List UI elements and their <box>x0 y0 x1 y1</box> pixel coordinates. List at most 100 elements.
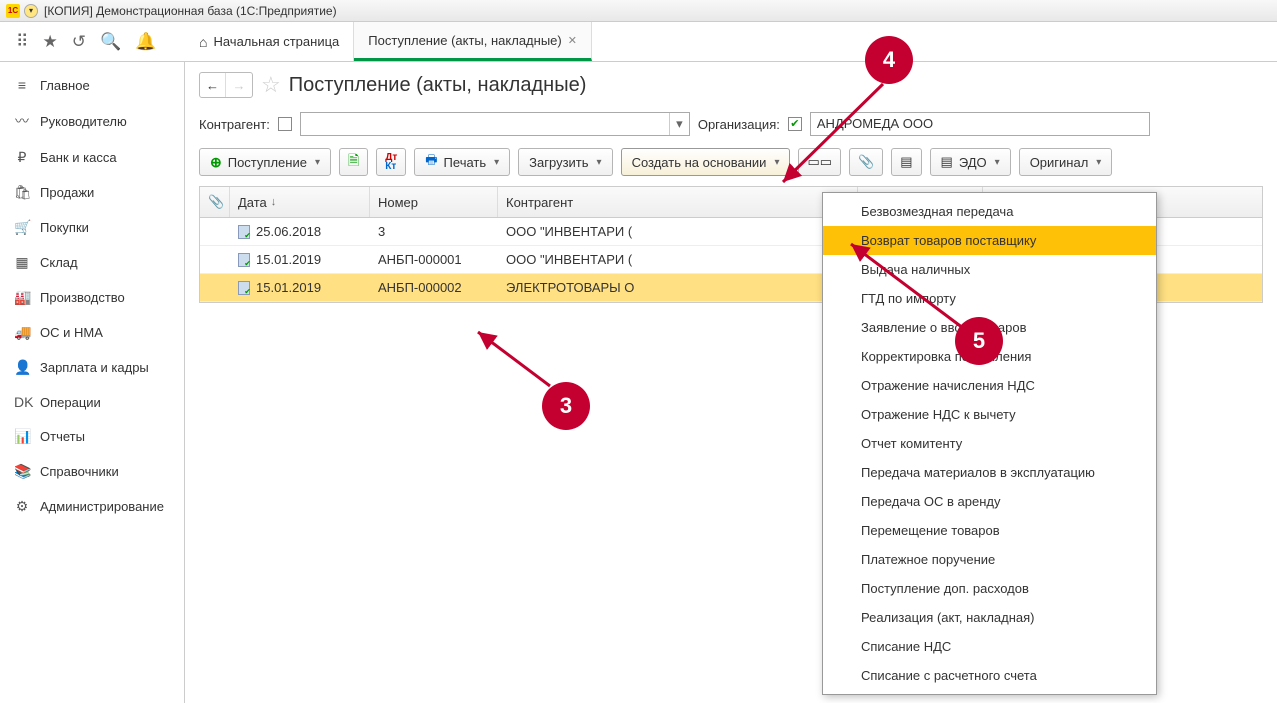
nav-buttons: ← → <box>199 72 253 98</box>
window-title: [КОПИЯ] Демонстрационная база (1С:Предпр… <box>44 4 337 18</box>
list-icon: ▤ <box>900 154 912 170</box>
menu-item[interactable]: Отражение НДС к вычету <box>823 400 1156 429</box>
menu-item[interactable]: Списание НДС <box>823 632 1156 661</box>
document-refresh-icon: 🗎 <box>348 150 359 174</box>
add-button[interactable]: ⊕Поступление▾ <box>199 148 331 176</box>
sidebar-item-label: Руководителю <box>40 114 127 129</box>
dtkt-button[interactable]: ДтКт <box>376 148 406 176</box>
contragent-checkbox[interactable] <box>278 117 292 131</box>
sidebar-item-1[interactable]: 〰 Руководителю <box>0 102 184 140</box>
printer-icon: 🖶 <box>425 151 437 173</box>
load-button[interactable]: Загрузить▾ <box>518 148 612 176</box>
sidebar-item-label: Продажи <box>40 185 94 200</box>
sidebar-icon: 🛍 <box>14 184 30 201</box>
original-button[interactable]: Оригинал▾ <box>1019 148 1113 176</box>
sidebar-icon: 📊 <box>14 428 30 445</box>
callout-5: 5 <box>955 317 1003 365</box>
sort-asc-icon: ↓ <box>271 196 277 208</box>
dtkt-icon: ДтКт <box>385 153 397 171</box>
create-based-button[interactable]: Создать на основании▾ <box>621 148 791 176</box>
sidebar-item-10[interactable]: 📊Отчеты <box>0 419 184 454</box>
arrow-4 <box>775 80 895 193</box>
sidebar-icon: DK <box>14 394 30 410</box>
callout-4: 4 <box>865 36 913 84</box>
content-area: ← → ☆ Поступление (акты, накладные) Конт… <box>185 62 1277 703</box>
sidebar-icon: 📚 <box>14 463 30 480</box>
tab-home[interactable]: ⌂ Начальная страница <box>185 22 354 61</box>
back-button[interactable]: ← <box>200 73 226 97</box>
sidebar-item-label: Операции <box>40 395 101 410</box>
apps-icon[interactable]: ⠿ <box>16 32 28 52</box>
chevron-down-icon: ▾ <box>1096 157 1101 168</box>
chevron-down-icon: ▾ <box>597 157 602 168</box>
sidebar-item-label: Зарплата и кадры <box>40 360 149 375</box>
sidebar-item-label: Справочники <box>40 464 119 479</box>
forward-button[interactable]: → <box>226 73 252 97</box>
sidebar-item-12[interactable]: ⚙ Администрирование <box>0 489 184 524</box>
menu-item[interactable]: Передача ОС в аренду <box>823 487 1156 516</box>
chevron-down-icon: ▾ <box>494 157 499 168</box>
home-icon: ⌂ <box>199 34 207 50</box>
sidebar-item-label: Покупки <box>40 220 89 235</box>
col-number[interactable]: Номер <box>370 187 498 217</box>
menu-item[interactable]: Списание с расчетного счета <box>823 661 1156 690</box>
edo-icon: ▤ <box>941 154 953 170</box>
sidebar-item-4[interactable]: 🛒Покупки <box>0 210 184 245</box>
sidebar-item-6[interactable]: 🏭Производство <box>0 280 184 315</box>
sidebar-item-8[interactable]: 👤 Зарплата и кадры <box>0 350 184 385</box>
sidebar-icon: ₽ <box>14 149 30 166</box>
arrow-3 <box>470 326 560 399</box>
sidebar-icon: 👤 <box>14 359 30 376</box>
tab-home-label: Начальная страница <box>213 34 339 49</box>
app-menu-dropdown[interactable]: ▾ <box>24 4 38 18</box>
sidebar-item-label: Производство <box>40 290 125 305</box>
tab-receipts[interactable]: Поступление (акты, накладные) ✕ <box>354 22 592 61</box>
top-toolbar: ⠿ ★ ↺ 🔍 🔔 ⌂ Начальная страница Поступлен… <box>0 22 1277 62</box>
menu-item[interactable]: Передача материалов в эксплуатацию <box>823 458 1156 487</box>
history-icon[interactable]: ↺ <box>72 32 86 52</box>
menu-item[interactable]: Отчет комитенту <box>823 429 1156 458</box>
sidebar-item-9[interactable]: DK Операции <box>0 385 184 419</box>
sidebar-item-label: ОС и НМА <box>40 325 103 340</box>
menu-item[interactable]: Поступление доп. расходов <box>823 574 1156 603</box>
sidebar-item-label: Главное <box>40 78 90 93</box>
chevron-down-icon: ▾ <box>315 157 320 168</box>
bell-icon[interactable]: 🔔 <box>135 32 156 52</box>
arrow-5 <box>845 238 975 341</box>
document-icon <box>238 281 250 295</box>
edo-button[interactable]: ▤ЭДО▾ <box>930 148 1011 176</box>
sidebar-item-5[interactable]: ▦ Склад <box>0 245 184 280</box>
page-title: Поступление (акты, накладные) <box>289 74 587 97</box>
sidebar-item-0[interactable]: ≡Главное <box>0 68 184 102</box>
callout-3: 3 <box>542 382 590 430</box>
refresh-button[interactable]: 🗎 <box>339 148 368 176</box>
menu-item[interactable]: Реализация (акт, накладная) <box>823 603 1156 632</box>
list-button[interactable]: ▤ <box>891 148 921 176</box>
star-icon[interactable]: ★ <box>42 32 57 52</box>
sidebar-item-label: Склад <box>40 255 78 270</box>
sidebar-icon: ▦ <box>14 254 30 271</box>
sidebar-item-label: Администрирование <box>40 499 164 514</box>
col-attach[interactable]: 📎 <box>200 187 230 217</box>
search-icon[interactable]: 🔍 <box>100 32 121 52</box>
sidebar-icon: ⚙ <box>14 498 30 515</box>
sidebar-item-7[interactable]: 🚚 ОС и НМА <box>0 315 184 350</box>
print-button[interactable]: 🖶Печать▾ <box>414 148 510 176</box>
favorite-icon[interactable]: ☆ <box>261 72 281 98</box>
chevron-down-icon[interactable]: ▾ <box>669 113 689 135</box>
menu-item[interactable]: Платежное поручение <box>823 545 1156 574</box>
menu-item[interactable]: Отражение начисления НДС <box>823 371 1156 400</box>
sidebar: ≡Главное 〰 Руководителю ₽ Банк и касса 🛍 Прода… <box>0 62 185 703</box>
menu-item[interactable]: Перемещение товаров <box>823 516 1156 545</box>
sidebar-item-label: Банк и касса <box>40 150 117 165</box>
sidebar-item-3[interactable]: 🛍 Продажи <box>0 175 184 210</box>
menu-item[interactable]: Безвозмездная передача <box>823 197 1156 226</box>
sidebar-item-2[interactable]: ₽ Банк и касса <box>0 140 184 175</box>
close-icon[interactable]: ✕ <box>568 34 577 47</box>
col-date[interactable]: Дата↓ <box>230 187 370 217</box>
sidebar-item-11[interactable]: 📚 Справочники <box>0 454 184 489</box>
sidebar-icon: 🚚 <box>14 324 30 341</box>
document-icon <box>238 225 250 239</box>
contragent-input[interactable]: ▾ <box>300 112 690 136</box>
sidebar-icon: 〰 <box>14 111 30 131</box>
